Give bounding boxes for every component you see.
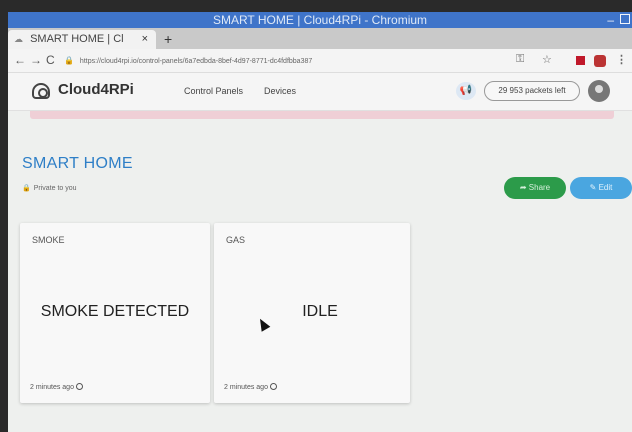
widget-time: 2 minutes ago (30, 383, 83, 391)
widget-time-text: 2 minutes ago (224, 384, 268, 391)
nav-control-panels[interactable]: Control Panels (184, 86, 243, 96)
cloud-icon: ☁ (14, 34, 23, 44)
extension-icon[interactable] (576, 56, 585, 65)
share-icon: ➦ (519, 183, 529, 192)
clock-icon (269, 383, 277, 390)
share-button[interactable]: ➦ Share (504, 177, 566, 199)
widget-value: IDLE (302, 303, 338, 320)
packets-badge: 29 953 packets left (484, 81, 580, 101)
address-bar: ← → C 🔒 https://cloud4rpi.io/control-pan… (8, 49, 632, 73)
nav-devices[interactable]: Devices (264, 86, 296, 96)
reload-button[interactable]: C (46, 53, 55, 67)
tab-label: SMART HOME | Cl (30, 33, 124, 45)
avatar[interactable] (588, 80, 610, 102)
app-header: Cloud4RPi Control Panels Devices 📢 29 95… (8, 73, 632, 111)
star-icon[interactable]: ☆ (542, 53, 552, 66)
megaphone-icon[interactable]: 📢 (456, 82, 476, 100)
privacy-text: Private to you (33, 185, 77, 192)
page-title: SMART HOME (22, 155, 133, 172)
clock-icon (75, 383, 83, 390)
widget-title: GAS (226, 235, 246, 245)
maximize-button[interactable] (620, 14, 630, 24)
cloud-logo-icon (32, 83, 50, 99)
back-button[interactable]: ← (14, 53, 26, 67)
new-tab-button[interactable]: + (164, 30, 172, 49)
minimize-button[interactable]: – (607, 12, 614, 28)
share-label: Share (528, 183, 551, 192)
chrome-menu-button[interactable]: ⋮ (616, 53, 627, 66)
forward-button[interactable]: → (30, 53, 42, 67)
tab-bar: ☁ SMART HOME | Cl × + (8, 28, 632, 49)
pencil-icon: ✎ (589, 183, 599, 192)
key-icon[interactable]: ⚿ (516, 53, 524, 66)
widget-time-text: 2 minutes ago (30, 384, 74, 391)
window-title: SMART HOME | Cloud4RPi - Chromium (212, 13, 428, 27)
window-titlebar: SMART HOME | Cloud4RPi - Chromium – (8, 12, 632, 28)
extension-puzzle-icon[interactable] (594, 55, 606, 67)
url-field[interactable]: 🔒 https://cloud4rpi.io/control-panels/6a… (64, 53, 544, 69)
lock-icon: 🔒 (22, 185, 31, 192)
widget-smoke[interactable]: SMOKE SMOKE DETECTED 2 minutes ago (20, 223, 210, 403)
alert-strip (30, 111, 614, 119)
widget-value: SMOKE DETECTED (40, 303, 190, 320)
screen: SMART HOME | Cloud4RPi - Chromium – ☁ SM… (0, 0, 632, 432)
tab-smart-home[interactable]: ☁ SMART HOME | Cl × (8, 30, 156, 49)
url-text: https://cloud4rpi.io/control-panels/6a7e… (79, 58, 313, 65)
page: Cloud4RPi Control Panels Devices 📢 29 95… (8, 73, 632, 432)
tab-close-button[interactable]: × (142, 30, 148, 49)
widget-time: 2 minutes ago (224, 383, 277, 391)
lock-icon: 🔒 (64, 56, 74, 65)
widget-title: SMOKE (32, 235, 65, 245)
widget-gas[interactable]: GAS IDLE 2 minutes ago (214, 223, 410, 403)
edit-label: Edit (598, 183, 613, 192)
privacy-label: 🔒 Private to you (22, 184, 77, 192)
edit-button[interactable]: ✎ Edit (570, 177, 632, 199)
logo-text[interactable]: Cloud4RPi (58, 81, 134, 98)
